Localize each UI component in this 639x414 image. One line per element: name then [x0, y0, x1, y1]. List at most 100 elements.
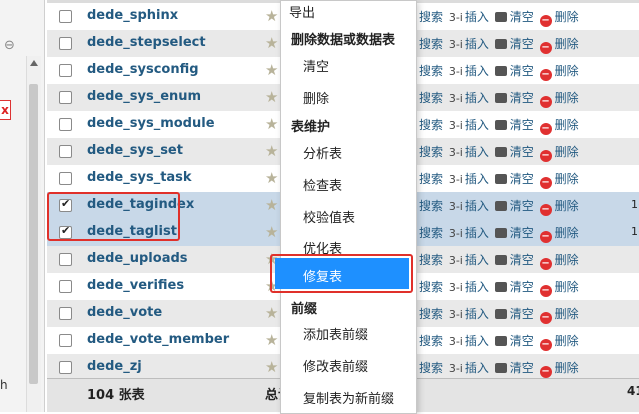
- drop-link[interactable]: 删除: [555, 10, 579, 24]
- row-checkbox[interactable]: [59, 118, 72, 131]
- insert-link[interactable]: 插入: [465, 199, 489, 213]
- favorite-star-icon[interactable]: ★: [265, 142, 278, 160]
- drop-link[interactable]: 删除: [555, 199, 579, 213]
- row-checkbox[interactable]: [59, 253, 72, 266]
- drop-link[interactable]: 删除: [555, 226, 579, 240]
- empty-link[interactable]: 清空: [510, 64, 534, 78]
- drop-icon[interactable]: −: [539, 366, 552, 378]
- drop-link[interactable]: 删除: [555, 145, 579, 159]
- drop-icon[interactable]: −: [539, 150, 552, 162]
- insert-icon[interactable]: 3-i: [449, 146, 463, 159]
- table-name-link[interactable]: dede_sys_task: [87, 170, 192, 185]
- insert-icon[interactable]: 3-i: [449, 227, 463, 240]
- drop-icon[interactable]: −: [539, 96, 552, 108]
- menu-item-analyze[interactable]: 分析表: [303, 143, 438, 162]
- table-name-link[interactable]: dede_stepselect: [87, 35, 206, 50]
- empty-link[interactable]: 清空: [510, 280, 534, 294]
- menu-item-check[interactable]: 检查表: [303, 175, 438, 194]
- favorite-star-icon[interactable]: ★: [265, 169, 278, 187]
- insert-icon[interactable]: 3-i: [449, 362, 463, 375]
- empty-icon[interactable]: [494, 120, 507, 130]
- insert-link[interactable]: 插入: [465, 226, 489, 240]
- favorite-star-icon[interactable]: ★: [265, 34, 278, 52]
- menu-item-empty[interactable]: 清空: [303, 56, 438, 75]
- empty-icon[interactable]: [494, 201, 507, 211]
- empty-link[interactable]: 清空: [510, 145, 534, 159]
- drop-link[interactable]: 删除: [555, 334, 579, 348]
- menu-item-change-prefix[interactable]: 修改表前缀: [303, 356, 438, 375]
- link-icon[interactable]: ⊖: [4, 38, 20, 53]
- drop-icon[interactable]: −: [539, 123, 552, 135]
- insert-icon[interactable]: 3-i: [449, 92, 463, 105]
- row-checkbox[interactable]: [59, 334, 72, 347]
- insert-link[interactable]: 插入: [465, 361, 489, 375]
- insert-link[interactable]: 插入: [465, 334, 489, 348]
- drop-link[interactable]: 删除: [555, 172, 579, 186]
- empty-link[interactable]: 清空: [510, 334, 534, 348]
- drop-icon[interactable]: −: [539, 204, 552, 216]
- empty-icon[interactable]: [494, 309, 507, 319]
- drop-link[interactable]: 删除: [555, 361, 579, 375]
- table-name-link[interactable]: dede_sphinx: [87, 8, 178, 23]
- drop-icon[interactable]: −: [539, 231, 552, 243]
- drop-link[interactable]: 删除: [555, 91, 579, 105]
- favorite-star-icon[interactable]: ★: [265, 331, 278, 349]
- empty-icon[interactable]: [494, 336, 507, 346]
- menu-item-export[interactable]: 导出: [289, 2, 424, 21]
- row-checkbox[interactable]: [59, 91, 72, 104]
- insert-link[interactable]: 插入: [465, 307, 489, 321]
- drop-icon[interactable]: −: [539, 15, 552, 27]
- insert-link[interactable]: 插入: [465, 172, 489, 186]
- empty-icon[interactable]: [494, 39, 507, 49]
- table-name-link[interactable]: dede_verifies: [87, 278, 184, 293]
- empty-link[interactable]: 清空: [510, 361, 534, 375]
- favorite-star-icon[interactable]: ★: [265, 358, 278, 376]
- favorite-star-icon[interactable]: ★: [265, 61, 278, 79]
- empty-icon[interactable]: [494, 282, 507, 292]
- table-name-link[interactable]: dede_sys_enum: [87, 89, 201, 104]
- empty-link[interactable]: 清空: [510, 307, 534, 321]
- row-checkbox[interactable]: [59, 64, 72, 77]
- empty-icon[interactable]: [494, 363, 507, 373]
- insert-link[interactable]: 插入: [465, 118, 489, 132]
- empty-link[interactable]: 清空: [510, 37, 534, 51]
- row-checkbox[interactable]: [59, 10, 72, 23]
- empty-icon[interactable]: [494, 12, 507, 22]
- insert-icon[interactable]: 3-i: [449, 254, 463, 267]
- row-checkbox[interactable]: [59, 280, 72, 293]
- favorite-star-icon[interactable]: ★: [265, 304, 278, 322]
- empty-link[interactable]: 清空: [510, 91, 534, 105]
- insert-link[interactable]: 插入: [465, 280, 489, 294]
- favorite-star-icon[interactable]: ★: [265, 115, 278, 133]
- favorite-star-icon[interactable]: ★: [265, 88, 278, 106]
- insert-link[interactable]: 插入: [465, 91, 489, 105]
- insert-link[interactable]: 插入: [465, 10, 489, 24]
- insert-link[interactable]: 插入: [465, 253, 489, 267]
- empty-icon[interactable]: [494, 93, 507, 103]
- empty-icon[interactable]: [494, 255, 507, 265]
- close-badge[interactable]: x: [0, 100, 11, 120]
- table-name-link[interactable]: dede_uploads: [87, 251, 188, 266]
- table-name-link[interactable]: dede_sys_set: [87, 143, 183, 158]
- empty-link[interactable]: 清空: [510, 199, 534, 213]
- insert-icon[interactable]: 3-i: [449, 38, 463, 51]
- scroll-thumb[interactable]: [29, 84, 38, 384]
- drop-icon[interactable]: −: [539, 339, 552, 351]
- empty-link[interactable]: 清空: [510, 172, 534, 186]
- drop-icon[interactable]: −: [539, 177, 552, 189]
- insert-icon[interactable]: 3-i: [449, 65, 463, 78]
- favorite-star-icon[interactable]: ★: [265, 7, 278, 25]
- insert-icon[interactable]: 3-i: [449, 281, 463, 294]
- row-checkbox[interactable]: [59, 307, 72, 320]
- drop-icon[interactable]: −: [539, 42, 552, 54]
- menu-item-add-prefix[interactable]: 添加表前缀: [303, 324, 438, 343]
- menu-item-copy-prefix[interactable]: 复制表为新前缀: [303, 388, 438, 407]
- empty-link[interactable]: 清空: [510, 10, 534, 24]
- favorite-star-icon[interactable]: ★: [265, 196, 278, 214]
- drop-icon[interactable]: −: [539, 285, 552, 297]
- insert-link[interactable]: 插入: [465, 64, 489, 78]
- table-name-link[interactable]: dede_sysconfig: [87, 62, 199, 77]
- drop-link[interactable]: 删除: [555, 118, 579, 132]
- insert-icon[interactable]: 3-i: [449, 308, 463, 321]
- empty-link[interactable]: 清空: [510, 118, 534, 132]
